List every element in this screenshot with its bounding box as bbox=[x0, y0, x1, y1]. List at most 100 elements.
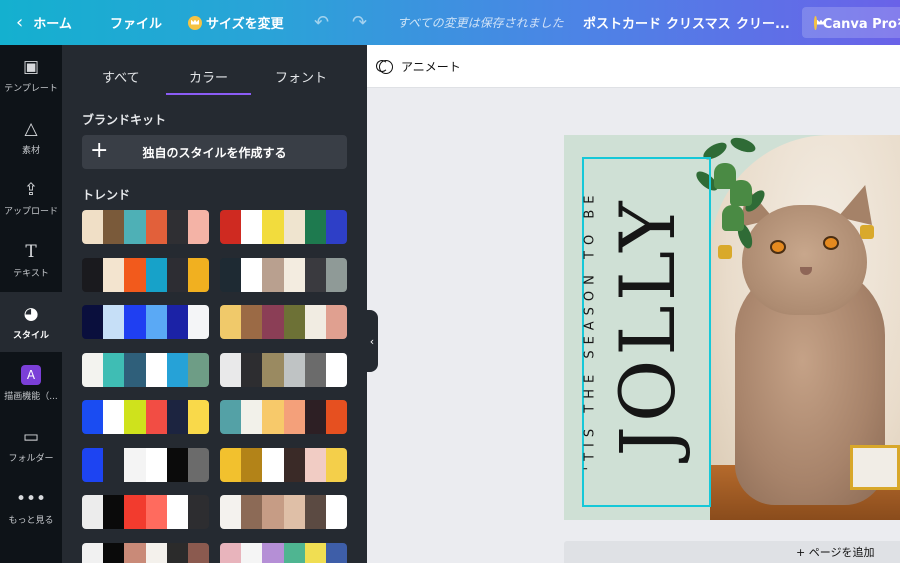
animate-button[interactable]: アニメート bbox=[376, 58, 461, 75]
color-palette[interactable] bbox=[220, 495, 347, 529]
color-swatch[interactable] bbox=[103, 447, 125, 482]
color-swatch[interactable] bbox=[187, 400, 209, 434]
color-swatch[interactable] bbox=[283, 400, 305, 434]
color-swatch[interactable] bbox=[124, 257, 146, 292]
color-swatch[interactable] bbox=[262, 305, 284, 339]
title-tag-postcard[interactable]: ポストカード bbox=[583, 0, 661, 45]
color-swatch[interactable] bbox=[145, 305, 167, 339]
color-swatch[interactable] bbox=[220, 210, 242, 244]
color-swatch[interactable] bbox=[262, 210, 284, 244]
color-swatch[interactable] bbox=[325, 210, 347, 244]
color-swatch[interactable] bbox=[325, 305, 347, 339]
color-swatch[interactable] bbox=[124, 447, 146, 482]
color-swatch[interactable] bbox=[283, 447, 305, 482]
color-palette[interactable] bbox=[220, 210, 347, 244]
jolly-text[interactable]: JOLLY bbox=[603, 197, 692, 456]
color-swatch[interactable] bbox=[166, 400, 188, 434]
color-swatch[interactable] bbox=[82, 305, 104, 339]
canva-pro-button[interactable]: Canva Proを bbox=[802, 7, 900, 38]
color-swatch[interactable] bbox=[124, 400, 146, 434]
rail-item-elements[interactable]: △ 素材 bbox=[0, 107, 62, 167]
color-swatch[interactable] bbox=[220, 400, 242, 434]
color-palette[interactable] bbox=[220, 257, 347, 292]
color-swatch[interactable] bbox=[325, 495, 347, 529]
color-swatch[interactable] bbox=[103, 400, 125, 434]
resize-button[interactable]: サイズを変更 bbox=[188, 0, 284, 45]
color-swatch[interactable] bbox=[103, 305, 125, 339]
color-swatch[interactable] bbox=[262, 257, 284, 292]
color-swatch[interactable] bbox=[241, 542, 263, 563]
color-swatch[interactable] bbox=[283, 305, 305, 339]
color-swatch[interactable] bbox=[283, 495, 305, 529]
rail-item-draw[interactable]: A 描画機能（... bbox=[0, 353, 62, 413]
color-swatch[interactable] bbox=[304, 447, 326, 482]
color-swatch[interactable] bbox=[325, 447, 347, 482]
color-palette[interactable] bbox=[82, 210, 209, 244]
color-swatch[interactable] bbox=[124, 210, 146, 244]
color-palette[interactable] bbox=[82, 305, 209, 339]
color-swatch[interactable] bbox=[82, 352, 104, 387]
color-swatch[interactable] bbox=[166, 305, 188, 339]
color-swatch[interactable] bbox=[145, 352, 167, 387]
rail-item-text[interactable]: T テキスト bbox=[0, 230, 62, 290]
color-swatch[interactable] bbox=[262, 352, 284, 387]
color-swatch[interactable] bbox=[187, 495, 209, 529]
color-swatch[interactable] bbox=[220, 447, 242, 482]
color-swatch[interactable] bbox=[220, 542, 242, 563]
title-tag-more[interactable]: クリー... bbox=[736, 0, 790, 45]
color-palette[interactable] bbox=[220, 542, 347, 563]
color-swatch[interactable] bbox=[166, 352, 188, 387]
title-tag-christmas[interactable]: クリスマス bbox=[666, 0, 731, 45]
color-swatch[interactable] bbox=[124, 305, 146, 339]
color-swatch[interactable] bbox=[304, 210, 326, 244]
color-swatch[interactable] bbox=[220, 257, 242, 292]
color-swatch[interactable] bbox=[241, 400, 263, 434]
color-palette[interactable] bbox=[82, 400, 209, 434]
color-swatch[interactable] bbox=[325, 352, 347, 387]
color-swatch[interactable] bbox=[124, 495, 146, 529]
color-swatch[interactable] bbox=[82, 400, 104, 434]
tab-colors[interactable]: カラー bbox=[189, 67, 228, 86]
color-swatch[interactable] bbox=[145, 542, 167, 563]
color-swatch[interactable] bbox=[325, 257, 347, 292]
create-style-button[interactable]: + 独自のスタイルを作成する bbox=[82, 135, 347, 169]
rail-item-folders[interactable]: ▭ フォルダー bbox=[0, 415, 62, 475]
color-swatch[interactable] bbox=[304, 400, 326, 434]
color-swatch[interactable] bbox=[304, 495, 326, 529]
color-palette[interactable] bbox=[82, 352, 209, 387]
season-text[interactable]: 'TIS THE SEASON TO BE bbox=[583, 190, 598, 471]
rail-item-templates[interactable]: ▣ テンプレート bbox=[0, 45, 62, 105]
color-swatch[interactable] bbox=[241, 447, 263, 482]
color-swatch[interactable] bbox=[262, 495, 284, 529]
color-swatch[interactable] bbox=[262, 542, 284, 563]
color-swatch[interactable] bbox=[145, 210, 167, 244]
home-button[interactable]: ‹ ホーム bbox=[16, 0, 72, 45]
color-palette[interactable] bbox=[220, 447, 347, 482]
color-swatch[interactable] bbox=[241, 210, 263, 244]
collapse-panel-button[interactable]: ‹ bbox=[366, 310, 378, 372]
color-swatch[interactable] bbox=[166, 257, 188, 292]
add-page-button[interactable]: + ページを追加 bbox=[564, 541, 900, 563]
color-swatch[interactable] bbox=[103, 352, 125, 387]
tab-fonts[interactable]: フォント bbox=[275, 67, 327, 86]
color-swatch[interactable] bbox=[145, 400, 167, 434]
color-swatch[interactable] bbox=[82, 257, 104, 292]
color-swatch[interactable] bbox=[187, 210, 209, 244]
color-swatch[interactable] bbox=[103, 542, 125, 563]
color-swatch[interactable] bbox=[187, 257, 209, 292]
redo-icon[interactable]: ↷ bbox=[352, 0, 367, 45]
color-swatch[interactable] bbox=[241, 352, 263, 387]
color-swatch[interactable] bbox=[262, 447, 284, 482]
color-swatch[interactable] bbox=[82, 542, 104, 563]
color-swatch[interactable] bbox=[220, 352, 242, 387]
rail-item-uploads[interactable]: ⇪ アップロード bbox=[0, 168, 62, 228]
tab-all[interactable]: すべて bbox=[102, 67, 140, 86]
color-swatch[interactable] bbox=[82, 210, 104, 244]
color-swatch[interactable] bbox=[241, 257, 263, 292]
color-swatch[interactable] bbox=[124, 542, 146, 563]
color-swatch[interactable] bbox=[325, 400, 347, 434]
color-swatch[interactable] bbox=[325, 542, 347, 563]
color-palette[interactable] bbox=[82, 542, 209, 563]
color-swatch[interactable] bbox=[166, 542, 188, 563]
color-swatch[interactable] bbox=[166, 447, 188, 482]
